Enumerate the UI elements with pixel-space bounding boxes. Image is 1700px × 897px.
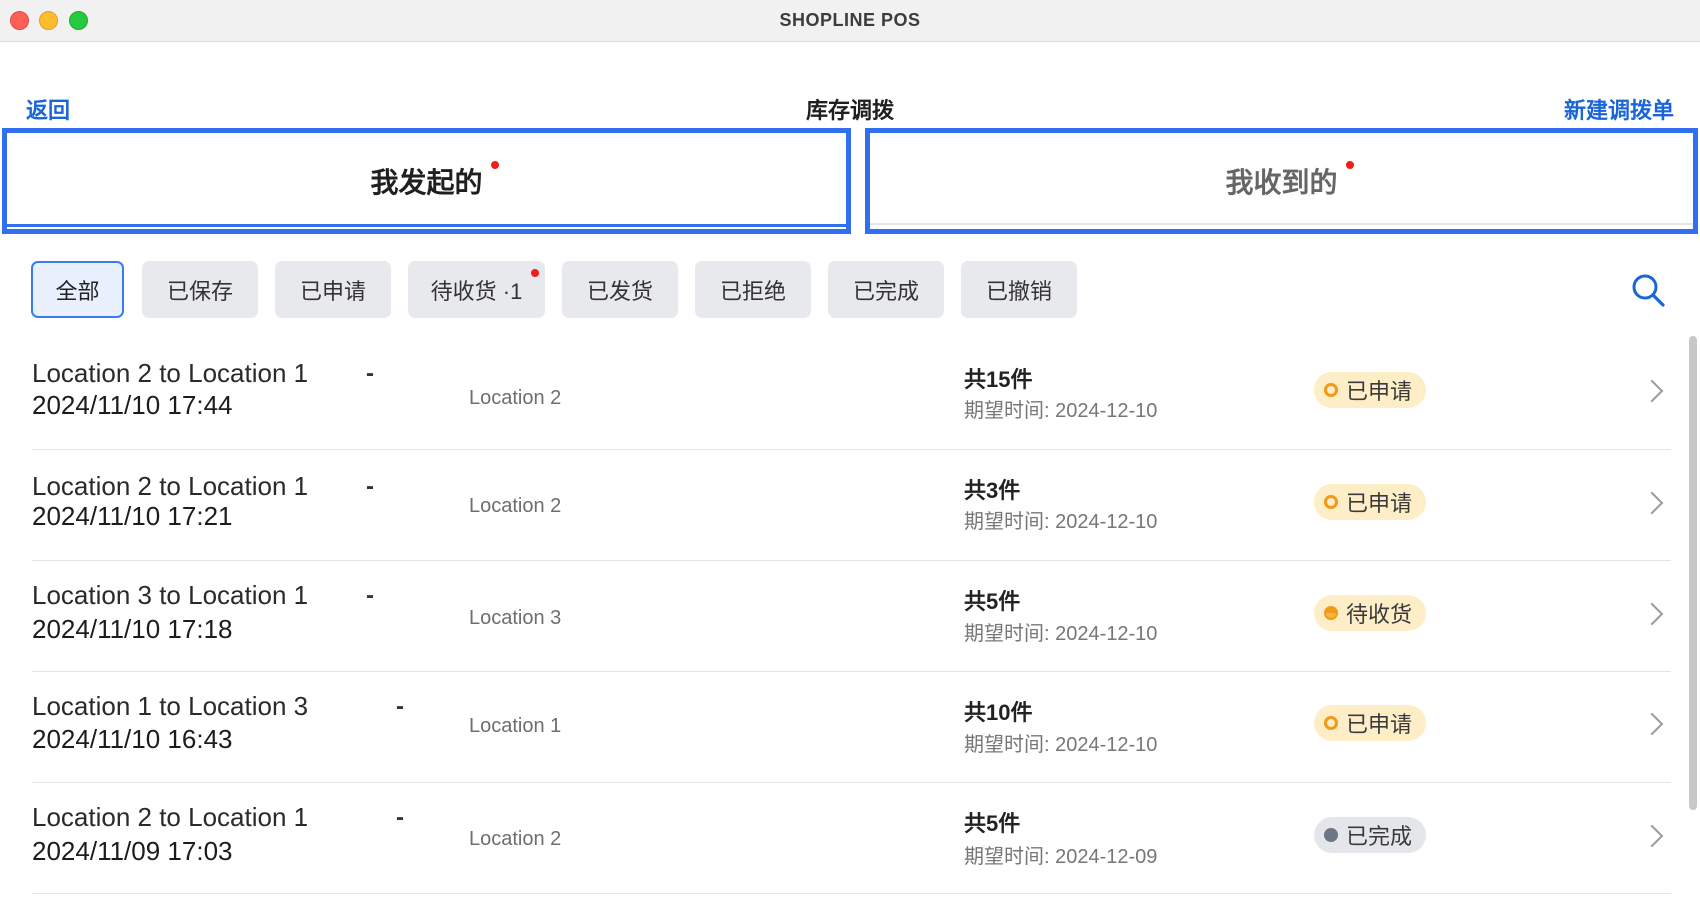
filter-applied-label: 已申请 [299, 278, 366, 304]
tab-received-text: 我收到的 [1225, 167, 1338, 198]
tab-received[interactable]: 我收到的 [865, 128, 1698, 234]
tab-initiated-underline [7, 224, 846, 227]
status-label: 待收货 [1346, 602, 1413, 627]
status-badge: 已完成 [1314, 817, 1427, 853]
transfer-date: 2024/11/10 16:43 [32, 724, 233, 754]
chevron-right-icon [1640, 712, 1664, 736]
filter-saved[interactable]: 已保存 [142, 261, 258, 318]
chevron-right-icon [1640, 602, 1664, 626]
filter-completed[interactable]: 已完成 [828, 261, 944, 318]
transfer-dash: - [396, 804, 404, 831]
status-badge: 待收货 [1314, 595, 1427, 631]
window-title: SHOPLINE POS [779, 10, 921, 30]
transfer-title: Location 1 to Location 3 [32, 691, 309, 721]
filter-rejected-label: 已拒绝 [719, 278, 786, 304]
transfer-count: 共15件 [964, 367, 1033, 392]
page-title: 库存调拨 [805, 98, 894, 123]
status-label: 已申请 [1346, 379, 1413, 404]
filter-pending-receipt-label: 待收货 ·1 [430, 278, 523, 304]
tab-received-badge-dot [1345, 161, 1354, 169]
chevron-right-icon [1640, 491, 1664, 515]
status-label: 已完成 [1346, 824, 1413, 849]
tab-initiated[interactable]: 我发起的 [2, 128, 851, 234]
list-scrollbar[interactable] [1689, 336, 1697, 810]
filter-cancelled[interactable]: 已撤销 [961, 261, 1077, 318]
transfer-location: Location 2 [469, 828, 562, 850]
status-ring-icon [1324, 383, 1338, 397]
tab-received-underline [870, 223, 1693, 225]
transfer-dash: - [396, 693, 404, 720]
transfer-date: 2024/11/10 17:21 [32, 501, 233, 531]
transfer-title: Location 2 to Location 1 [32, 802, 309, 832]
transfer-count: 共5件 [964, 589, 1021, 614]
status-label: 已申请 [1346, 491, 1413, 516]
status-badge: 已申请 [1314, 484, 1427, 520]
transfer-expected-date: 期望时间: 2024-12-10 [964, 511, 1158, 533]
transfer-title: Location 3 to Location 1 [32, 580, 309, 610]
filter-cancelled-label: 已撤销 [985, 278, 1052, 304]
filter-rejected[interactable]: 已拒绝 [695, 261, 811, 318]
filter-completed-label: 已完成 [852, 278, 919, 304]
chevron-right-icon [1640, 824, 1664, 848]
tab-initiated-label: 我发起的 [370, 161, 499, 201]
transfer-count: 共5件 [964, 811, 1021, 836]
transfer-expected-date: 期望时间: 2024-12-10 [964, 734, 1158, 756]
filter-shipped[interactable]: 已发货 [562, 261, 678, 318]
tab-initiated-badge-dot [490, 161, 499, 169]
filter-applied[interactable]: 已申请 [275, 261, 391, 318]
tab-initiated-text: 我发起的 [370, 167, 483, 198]
window-titlebar: SHOPLINE POS [0, 0, 1700, 42]
transfer-date: 2024/11/10 17:18 [32, 614, 233, 644]
transfer-dash: - [366, 473, 374, 500]
transfer-row[interactable]: Location 2 to Location 1 2024/11/09 17:0… [32, 782, 1671, 894]
status-label: 已申请 [1346, 712, 1413, 737]
transfer-location: Location 2 [469, 387, 562, 409]
transfer-date: 2024/11/09 17:03 [32, 836, 233, 866]
status-ring-icon [1324, 716, 1338, 730]
status-dot-icon [1324, 828, 1338, 842]
new-transfer-button[interactable]: 新建调拨单 [1564, 93, 1674, 125]
status-ring-icon [1324, 495, 1338, 509]
filter-pending-receipt[interactable]: 待收货 ·1 [408, 261, 545, 318]
filter-all[interactable]: 全部 [31, 261, 124, 318]
back-button[interactable]: 返回 [26, 93, 70, 125]
transfer-location: Location 2 [469, 495, 562, 517]
filter-saved-label: 已保存 [166, 278, 233, 304]
transfer-location: Location 3 [469, 607, 562, 629]
filter-pending-badge-dot [531, 269, 539, 277]
status-badge: 已申请 [1314, 705, 1427, 741]
transfer-expected-date: 期望时间: 2024-12-10 [964, 623, 1158, 645]
filter-shipped-label: 已发货 [586, 278, 653, 304]
transfer-dash: - [366, 582, 374, 609]
transfer-count: 共10件 [964, 700, 1033, 725]
filter-all-label: 全部 [55, 278, 100, 304]
status-badge: 已申请 [1314, 372, 1427, 408]
transfer-date: 2024/11/10 17:44 [32, 390, 233, 420]
search-icon[interactable] [1630, 272, 1666, 308]
transfer-title: Location 2 to Location 1 [32, 358, 309, 388]
transfer-dash: - [366, 360, 374, 387]
transfer-expected-date: 期望时间: 2024-12-10 [964, 400, 1158, 422]
transfer-location: Location 1 [469, 715, 562, 737]
transfer-row[interactable]: Location 1 to Location 3 2024/11/10 16:4… [32, 671, 1671, 783]
status-half-icon [1324, 606, 1338, 620]
transfer-expected-date: 期望时间: 2024-12-09 [964, 846, 1158, 868]
transfer-row[interactable]: Location 2 to Location 1 2024/11/10 17:4… [32, 338, 1671, 450]
chevron-right-icon [1640, 379, 1664, 403]
transfer-count: 共3件 [964, 478, 1021, 503]
transfer-title: Location 2 to Location 1 [32, 471, 309, 501]
transfer-row[interactable]: Location 3 to Location 1 2024/11/10 17:1… [32, 560, 1671, 672]
transfer-row[interactable]: Location 2 to Location 1 2024/11/10 17:2… [32, 449, 1671, 561]
tab-received-label: 我收到的 [1225, 161, 1354, 201]
